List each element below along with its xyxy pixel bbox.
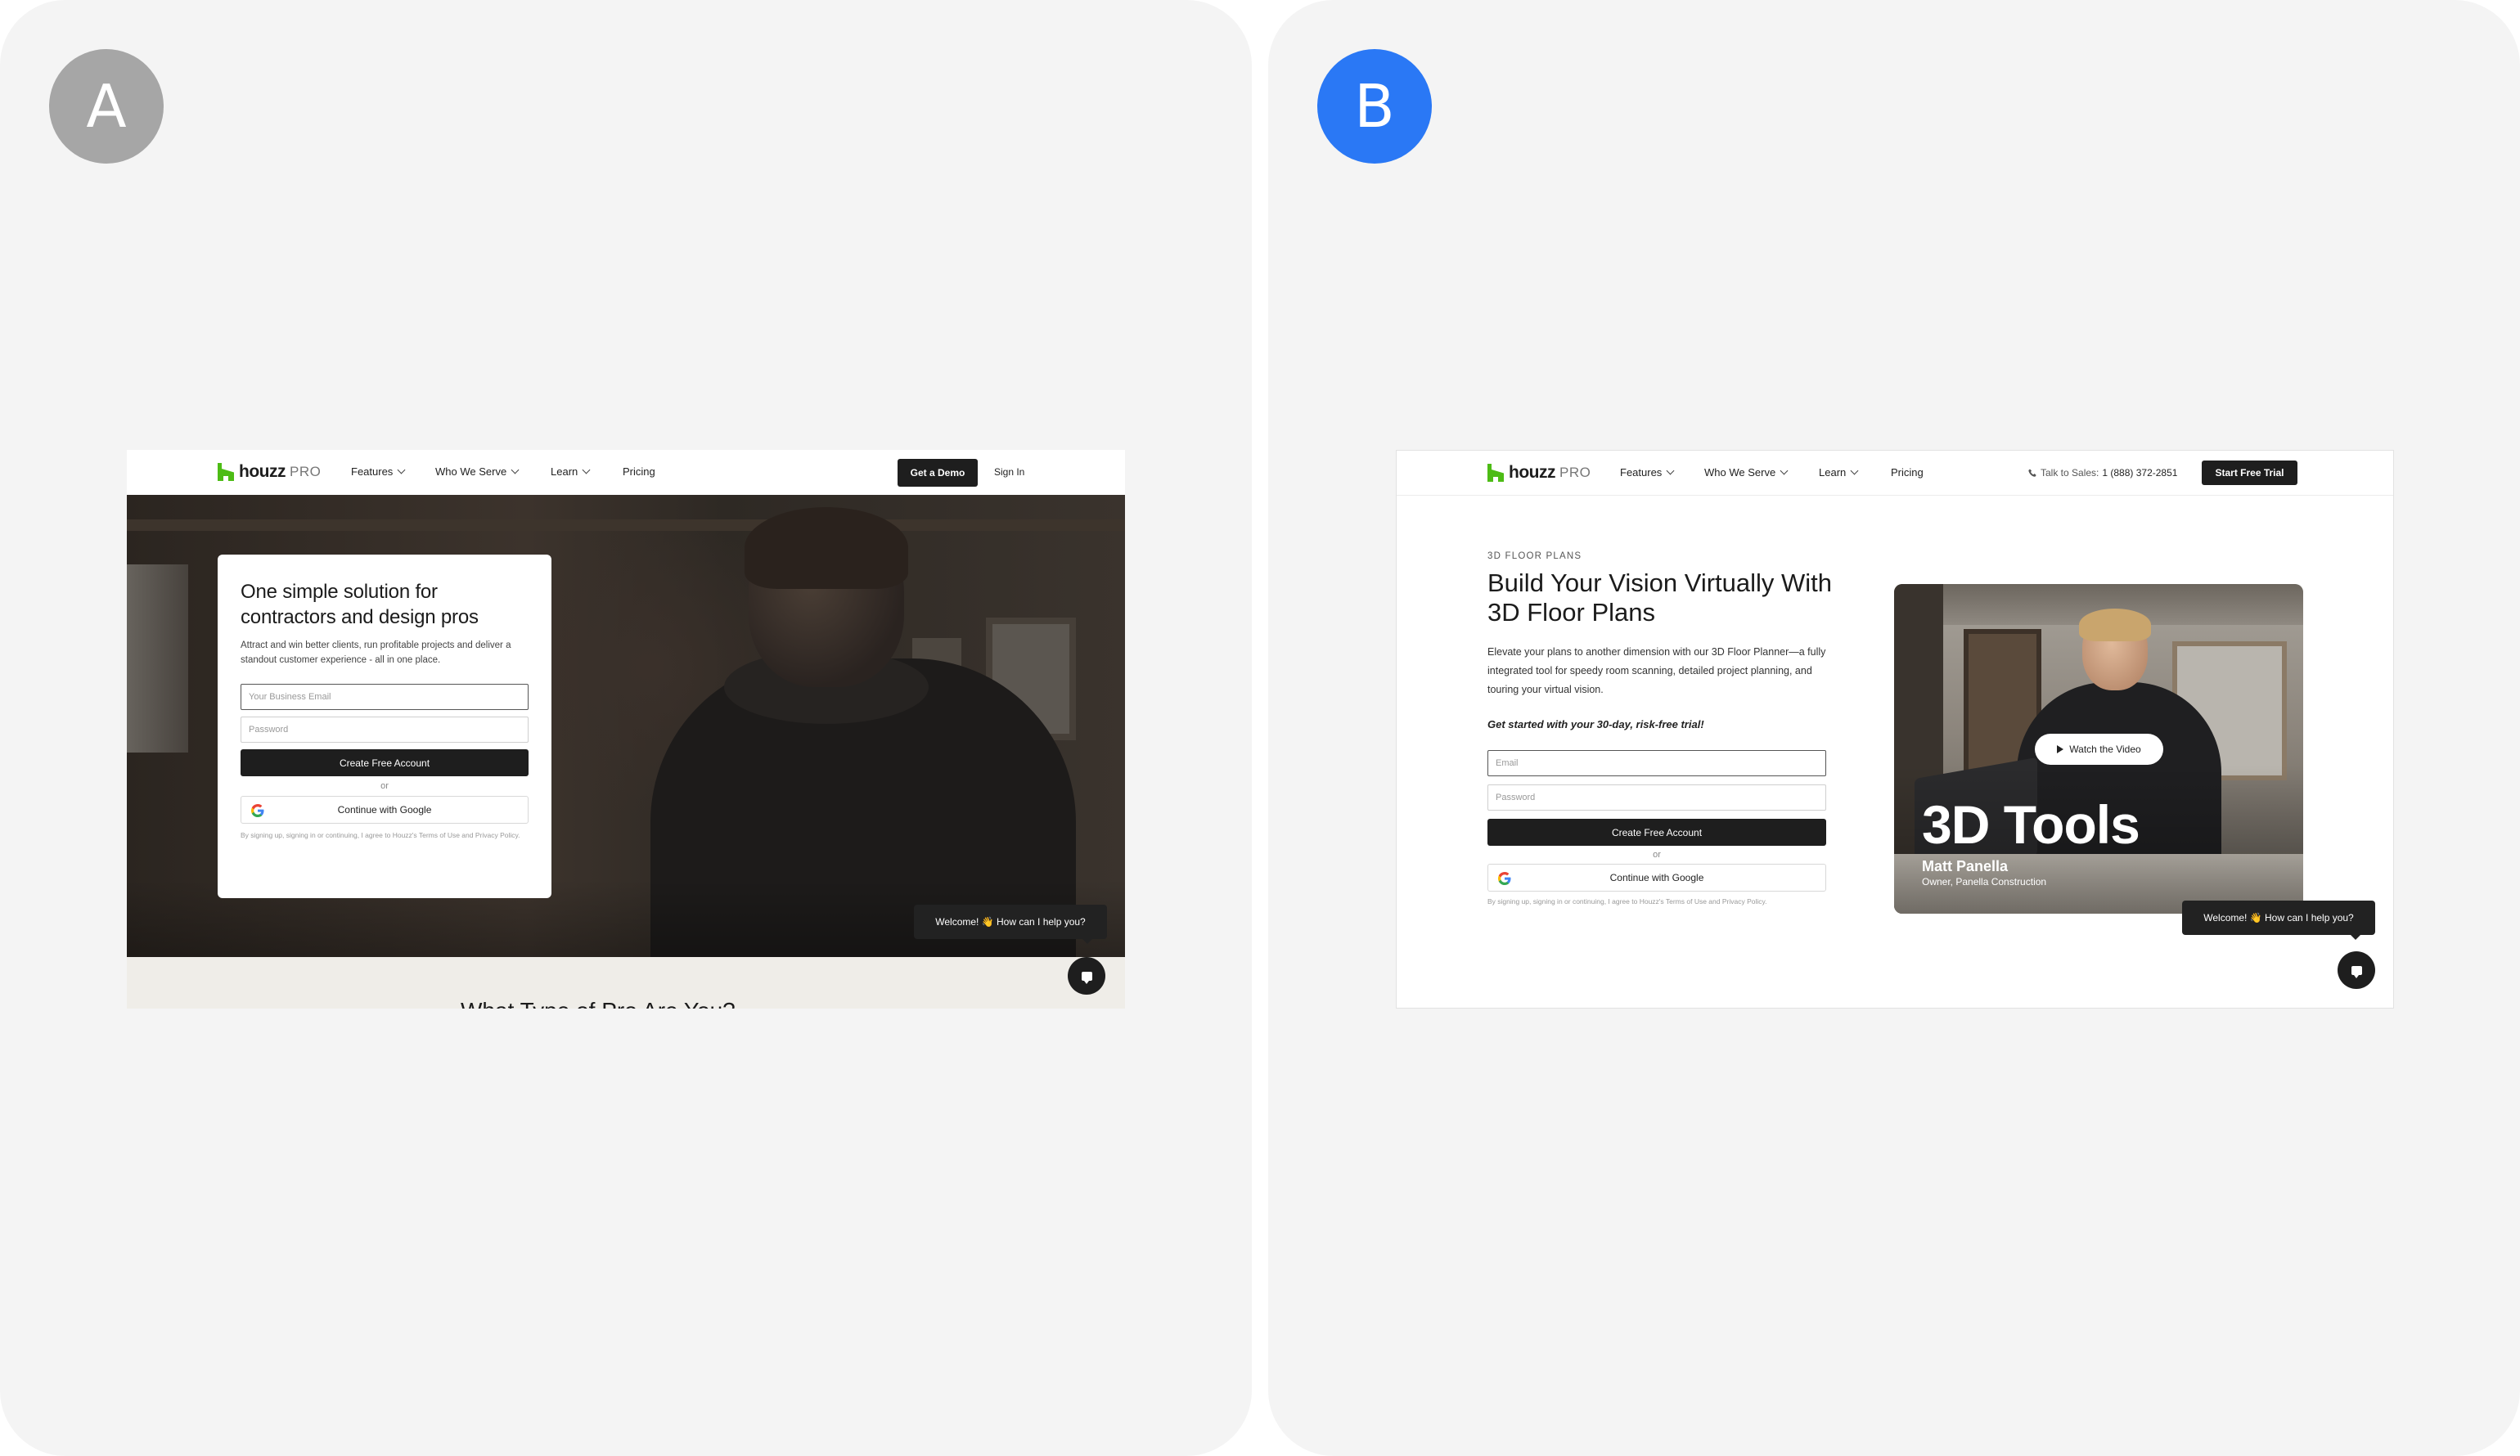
- houzz-logo-icon: [1487, 464, 1504, 482]
- nav-who-we-serve[interactable]: Who We Serve: [1704, 466, 1789, 479]
- chevron-down-icon: [582, 465, 591, 474]
- option-a-panel: A houzz PRO Features Who We Serve Learn …: [0, 0, 1252, 1456]
- trial-cta-text: Get started with your 30-day, risk-free …: [1487, 718, 1704, 730]
- chevron-down-icon: [511, 465, 520, 474]
- video-title: 3D Tools: [1922, 794, 2140, 855]
- video-person-role: Owner, Panella Construction: [1922, 876, 2047, 888]
- chevron-down-icon: [1666, 466, 1675, 475]
- nav-pricing-label: Pricing: [623, 465, 655, 478]
- section-eyebrow: 3D FLOOR PLANS: [1487, 551, 1582, 561]
- pro-type-heading: What Type of Pro Are You?: [461, 998, 736, 1009]
- nav-pricing[interactable]: Pricing: [623, 465, 655, 478]
- houzz-pro-logo[interactable]: houzz PRO: [218, 461, 321, 483]
- chat-icon: [1081, 971, 1092, 984]
- talk-to-sales-label: Talk to Sales:: [2041, 467, 2099, 479]
- nav-features-label: Features: [1620, 466, 1663, 479]
- hero-background-image: One simple solution for contractors and …: [127, 495, 1125, 957]
- continue-with-google-button[interactable]: Continue with Google: [1487, 864, 1826, 892]
- screenshot-a: houzz PRO Features Who We Serve Learn Pr…: [127, 450, 1125, 1009]
- logo-wordmark: houzz: [239, 462, 286, 481]
- email-input[interactable]: Email: [1487, 750, 1826, 776]
- chat-welcome-bubble[interactable]: Welcome! 👋 How can I help you?: [914, 905, 1107, 944]
- page-description: Elevate your plans to another dimension …: [1487, 646, 1826, 695]
- signup-card-subtitle: Attract and win better clients, run prof…: [241, 640, 511, 665]
- houzz-logo-icon: [218, 463, 234, 481]
- video-person-name: Matt Panella: [1922, 858, 2009, 874]
- nav-pricing[interactable]: Pricing: [1891, 466, 1924, 479]
- talk-to-sales[interactable]: Talk to Sales: 1 (888) 372-2851: [2028, 467, 2177, 479]
- nav-learn-label: Learn: [551, 465, 578, 478]
- houzz-pro-logo[interactable]: houzz PRO: [1487, 462, 1591, 483]
- phone-icon: [2028, 469, 2036, 477]
- chevron-down-icon: [397, 465, 406, 474]
- chat-launcher-button[interactable]: [2338, 951, 2375, 989]
- create-free-account-button[interactable]: Create Free Account: [1487, 819, 1826, 846]
- get-demo-button[interactable]: Get a Demo: [898, 459, 978, 487]
- video-thumbnail[interactable]: Watch the Video 3D Tools Matt Panella Ow…: [1894, 584, 2303, 914]
- password-input[interactable]: Password: [241, 717, 529, 743]
- logo-pro-label: PRO: [1559, 465, 1591, 480]
- top-nav: houzz PRO Features Who We Serve Learn Pr…: [127, 450, 1125, 495]
- option-a-badge: A: [49, 49, 164, 164]
- option-b-panel: B houzz PRO Features Who We Serve Learn …: [1268, 0, 2520, 1456]
- signup-form: Email Password Create Free Account or Co…: [1487, 750, 1826, 907]
- create-free-account-button[interactable]: Create Free Account: [241, 749, 529, 776]
- chat-launcher-button[interactable]: [1068, 957, 1105, 995]
- watch-video-label: Watch the Video: [2069, 744, 2141, 755]
- logo-pro-label: PRO: [289, 464, 322, 479]
- sign-in-link[interactable]: Sign In: [994, 466, 1024, 478]
- watch-video-button[interactable]: Watch the Video: [2035, 734, 2163, 765]
- nav-pricing-label: Pricing: [1891, 466, 1924, 479]
- google-button-label: Continue with Google: [1609, 872, 1704, 883]
- logo-wordmark: houzz: [1509, 463, 1555, 482]
- nav-features[interactable]: Features: [351, 465, 406, 478]
- nav-learn[interactable]: Learn: [551, 465, 591, 478]
- nav-learn-label: Learn: [1819, 466, 1847, 479]
- chevron-down-icon: [1780, 466, 1789, 475]
- nav-who-we-serve-label: Who We Serve: [435, 465, 507, 478]
- legal-text: By signing up, signing in or continuing,…: [241, 831, 520, 839]
- signup-card: One simple solution for contractors and …: [218, 555, 551, 898]
- nav-who-we-serve-label: Who We Serve: [1704, 466, 1776, 479]
- signup-card-title: One simple solution for contractors and …: [241, 581, 479, 628]
- google-icon: [251, 804, 264, 817]
- start-free-trial-button[interactable]: Start Free Trial: [2202, 461, 2297, 485]
- business-email-input[interactable]: Your Business Email: [241, 684, 529, 710]
- google-icon: [1498, 872, 1511, 885]
- screenshot-b: houzz PRO Features Who We Serve Learn Pr…: [1396, 450, 2394, 1009]
- google-button-label: Continue with Google: [337, 804, 432, 816]
- chat-welcome-bubble[interactable]: Welcome! 👋 How can I help you?: [2182, 901, 2375, 940]
- continue-with-google-button[interactable]: Continue with Google: [241, 796, 529, 824]
- page-title: Build Your Vision Virtually With 3D Floo…: [1487, 568, 1833, 627]
- nav-features[interactable]: Features: [1620, 466, 1675, 479]
- pro-type-section: What Type of Pro Are You?: [127, 957, 1125, 1009]
- sales-phone-number: 1 (888) 372-2851: [2102, 467, 2178, 479]
- nav-learn[interactable]: Learn: [1819, 466, 1859, 479]
- option-b-badge: B: [1317, 49, 1432, 164]
- or-divider: or: [380, 781, 389, 791]
- nav-who-we-serve[interactable]: Who We Serve: [435, 465, 520, 478]
- play-icon: [2057, 745, 2064, 753]
- or-divider: or: [1653, 850, 1661, 860]
- chat-icon: [2351, 965, 2362, 978]
- legal-text: By signing up, signing in or continuing,…: [1487, 897, 1767, 906]
- top-nav: houzz PRO Features Who We Serve Learn Pr…: [1397, 451, 2393, 496]
- chevron-down-icon: [1850, 466, 1859, 475]
- password-input[interactable]: Password: [1487, 784, 1826, 811]
- nav-features-label: Features: [351, 465, 394, 478]
